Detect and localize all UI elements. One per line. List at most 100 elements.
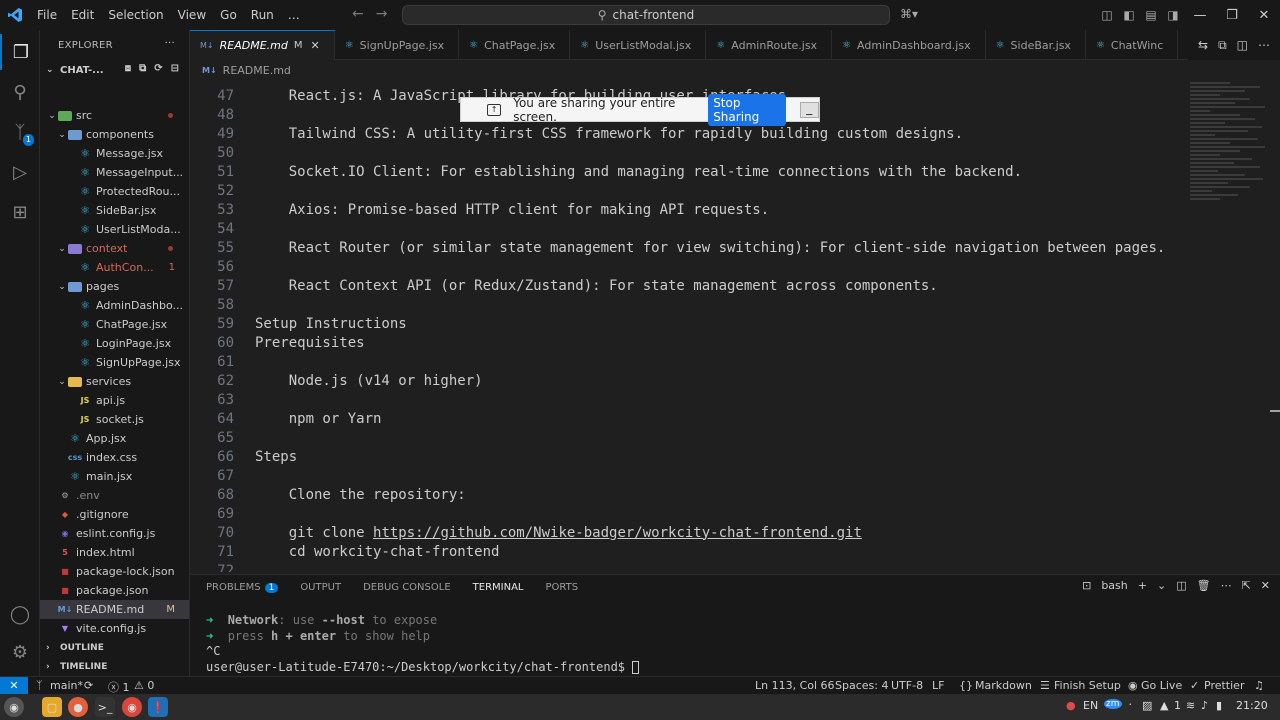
- more-actions-icon[interactable]: ⋯: [1258, 38, 1270, 52]
- minimap[interactable]: [1190, 80, 1270, 280]
- start-menu-icon[interactable]: ◉: [4, 697, 24, 717]
- restore-window-icon[interactable]: ❐: [1216, 8, 1248, 23]
- breadcrumb-file[interactable]: README.md: [223, 64, 291, 77]
- notifications-icon[interactable]: ▲: [1160, 699, 1168, 712]
- go-live[interactable]: Go Live: [1141, 679, 1182, 692]
- minimize-window-icon[interactable]: —: [1184, 8, 1216, 23]
- more-actions-icon[interactable]: ⋯: [1221, 579, 1232, 592]
- tree-item[interactable]: ▼ vite.config.js: [40, 619, 189, 638]
- tree-item[interactable]: css index.css: [40, 448, 189, 467]
- tree-item[interactable]: ⌄ src: [40, 106, 189, 125]
- explorer-files-icon[interactable]: ❐: [0, 34, 40, 70]
- toggle-panel-icon[interactable]: ▤: [1140, 8, 1162, 22]
- errors-count[interactable]: ⓧ 1: [108, 679, 130, 695]
- new-terminal-icon[interactable]: +: [1138, 579, 1147, 592]
- tree-item[interactable]: 5 index.html: [40, 543, 189, 562]
- compare-icon[interactable]: ⇆: [1198, 38, 1208, 52]
- end-of-line[interactable]: LF: [932, 679, 944, 692]
- terminal-shell-name[interactable]: bash: [1101, 579, 1127, 592]
- terminal-output[interactable]: ➜ Network: use --host to expose ➜ press …: [206, 613, 640, 675]
- tab-terminal[interactable]: TERMINAL: [473, 582, 524, 593]
- tree-item[interactable]: M↓ README.md M: [40, 600, 189, 619]
- zoom-app-icon[interactable]: zm: [1104, 699, 1122, 709]
- tree-item[interactable]: ⚛ SignUpPage.jsx: [40, 353, 189, 372]
- keyboard-language[interactable]: EN: [1083, 699, 1098, 712]
- vscode-app-icon[interactable]: ❗: [148, 697, 168, 717]
- minimize-share-bar-button[interactable]: _: [799, 101, 819, 118]
- toggle-secondary-sidebar-icon[interactable]: ◨: [1162, 8, 1184, 22]
- editor-tab[interactable]: ⚛ AdminDashboard.jsx: [832, 30, 986, 60]
- tree-item[interactable]: ⚛ AdminDashbo...: [40, 296, 189, 315]
- close-panel-icon[interactable]: ✕: [1261, 579, 1270, 592]
- trash-icon[interactable]: 🗑: [1197, 579, 1211, 592]
- editor-tab[interactable]: ⚛ ChatWinc: [1086, 30, 1179, 60]
- bell-icon[interactable]: ♫: [1254, 679, 1264, 692]
- forward-arrow-icon[interactable]: →: [376, 6, 388, 22]
- tree-item[interactable]: JS socket.js: [40, 410, 189, 429]
- language-mode[interactable]: Markdown: [975, 679, 1032, 692]
- chrome-icon[interactable]: ◉: [122, 697, 142, 717]
- layout-icon[interactable]: ◫: [1096, 8, 1118, 22]
- chevron-down-icon[interactable]: ⌄: [1157, 579, 1166, 592]
- tree-item[interactable]: ⚛ App.jsx: [40, 429, 189, 448]
- copilot-icon[interactable]: ⌘▾: [900, 7, 918, 21]
- menu-more[interactable]: …: [281, 8, 307, 22]
- editor-tab[interactable]: ⚛ SideBar.jsx: [986, 30, 1086, 60]
- tree-item[interactable]: ◉ eslint.config.js: [40, 524, 189, 543]
- battery-icon[interactable]: ▮: [1216, 699, 1222, 712]
- files-app-icon[interactable]: ▢: [42, 697, 62, 717]
- split-editor-icon[interactable]: ◫: [1237, 38, 1248, 52]
- source-control-icon[interactable]: ᛉ1: [0, 114, 40, 150]
- code-editor[interactable]: 47 React.js: A JavaScript library for bu…: [190, 80, 1280, 572]
- explorer-more-icon[interactable]: ···: [165, 38, 175, 49]
- editor-tab[interactable]: M↓ README.md M ✕: [190, 30, 335, 60]
- network-icon[interactable]: ▨: [1142, 699, 1152, 712]
- settings-gear-icon[interactable]: ⚙: [0, 634, 40, 670]
- timeline-section[interactable]: › TIMELINE: [40, 657, 189, 676]
- back-arrow-icon[interactable]: ←: [352, 6, 364, 22]
- menu-file[interactable]: File: [30, 8, 64, 22]
- tree-item[interactable]: ⌄ context: [40, 239, 189, 258]
- command-center-search[interactable]: ⚲ chat-frontend: [402, 5, 890, 25]
- tree-item[interactable]: ◆ .gitignore: [40, 505, 189, 524]
- branch-name[interactable]: main*: [50, 679, 83, 692]
- refresh-icon[interactable]: ⟳: [154, 63, 162, 74]
- menu-go[interactable]: Go: [213, 8, 244, 22]
- warnings-count[interactable]: ⚠ 0: [134, 679, 154, 692]
- stop-sharing-button[interactable]: Stop Sharing: [708, 93, 786, 126]
- tree-item[interactable]: ⚛ LoginPage.jsx: [40, 334, 189, 353]
- volume-icon[interactable]: ♪: [1201, 699, 1208, 712]
- toggle-sidebar-icon[interactable]: ◧: [1118, 8, 1140, 22]
- tree-item[interactable]: ⌄ components: [40, 125, 189, 144]
- project-folder-header[interactable]: ⌄ CHAT-... ⧈ ⧉ ⟳ ⊟: [40, 60, 189, 80]
- indentation[interactable]: Spaces: 4: [835, 679, 888, 692]
- tree-item[interactable]: ⚛ UserListModa...: [40, 220, 189, 239]
- menu-selection[interactable]: Selection: [101, 8, 170, 22]
- wifi-icon[interactable]: ≋: [1186, 699, 1195, 712]
- editor-tab[interactable]: ⚛ ChatPage.jsx: [459, 30, 571, 60]
- tree-item[interactable]: ⚙ .env: [40, 486, 189, 505]
- tab-output[interactable]: OUTPUT: [300, 582, 341, 593]
- tab-debug-console[interactable]: DEBUG CONSOLE: [363, 582, 451, 593]
- close-tab-icon[interactable]: ✕: [310, 39, 319, 52]
- editor-tab[interactable]: ⚛ UserListModal.jsx: [570, 30, 707, 60]
- tab-problems[interactable]: PROBLEMS 1: [206, 582, 279, 593]
- menu-view[interactable]: View: [171, 8, 213, 22]
- tree-item[interactable]: ■ package.json: [40, 581, 189, 600]
- maximize-panel-icon[interactable]: ⇱: [1242, 579, 1251, 592]
- clock[interactable]: 21:20: [1236, 699, 1268, 712]
- sync-icon[interactable]: ⟳: [84, 679, 93, 692]
- close-window-icon[interactable]: ✕: [1248, 8, 1280, 23]
- menu-edit[interactable]: Edit: [64, 8, 101, 22]
- tree-item[interactable]: ⌄ services: [40, 372, 189, 391]
- editor-tab[interactable]: ⚛ AdminRoute.jsx: [706, 30, 833, 60]
- tree-item[interactable]: ⚛ AuthCon... 1: [40, 258, 189, 277]
- encoding[interactable]: UTF-8: [891, 679, 923, 692]
- tree-item[interactable]: ⚛ Message.jsx: [40, 144, 189, 163]
- open-preview-icon[interactable]: ⧉: [1218, 38, 1227, 53]
- split-terminal-icon[interactable]: ◫: [1176, 579, 1186, 592]
- collapse-all-icon[interactable]: ⊟: [171, 63, 179, 74]
- tree-item[interactable]: ⚛ SideBar.jsx: [40, 201, 189, 220]
- tree-item[interactable]: JS api.js: [40, 391, 189, 410]
- tree-item[interactable]: ⚛ MessageInput...: [40, 163, 189, 182]
